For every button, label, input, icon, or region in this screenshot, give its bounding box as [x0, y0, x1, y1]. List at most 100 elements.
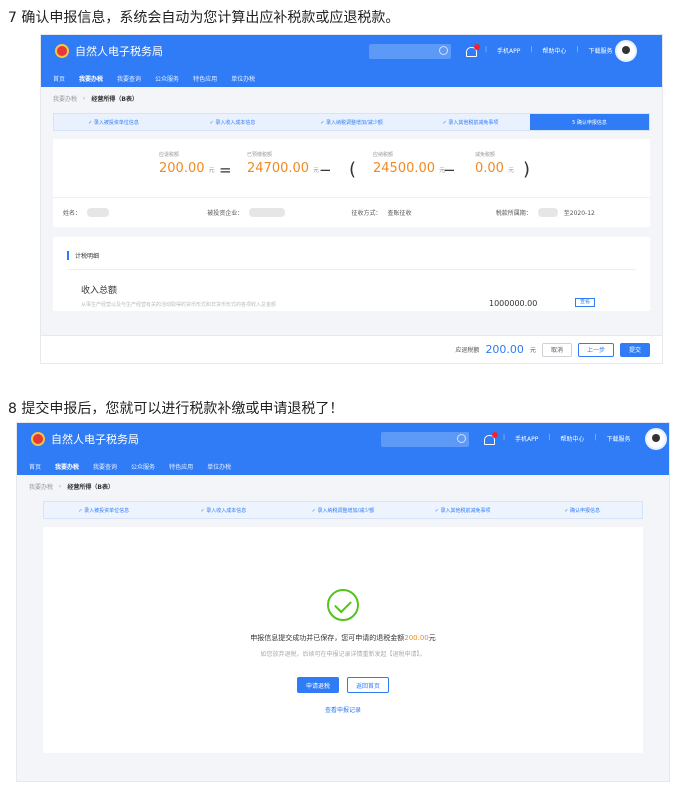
income-total-title: 收入总额: [81, 286, 118, 296]
equals-sign: =: [219, 161, 232, 179]
paren-open: (: [349, 159, 357, 180]
download-link-2[interactable]: 下载服务: [606, 434, 630, 443]
nav-unit-tax-2[interactable]: 单位办税: [207, 462, 231, 471]
footer-unit: 元: [529, 347, 536, 354]
search-input[interactable]: [369, 44, 451, 59]
step-2-done[interactable]: ✓ 录入收入成本信息: [164, 502, 284, 518]
search-icon[interactable]: [457, 434, 466, 443]
step7-heading: 7 确认申报信息，系统会自动为您计算出应补税款或应退税款。: [8, 10, 400, 26]
footer-refund-label: 应退税额: [455, 347, 480, 354]
top-bar: 自然人电子税务局 | 手机APP | 帮助中心 | 下载服务: [41, 35, 662, 69]
step-1[interactable]: ✓ 录入被投资单位信息: [54, 114, 173, 130]
bell-icon[interactable]: [465, 44, 480, 57]
tax-detail-section: 计税明细 收入总额 从事生产经营以及与生产经营有关的活动取得的货币形式和非货币形…: [53, 237, 650, 311]
method-value: 查账征收: [387, 210, 412, 217]
prepaid-value: 24700.00 元: [247, 161, 320, 176]
nav-home-2[interactable]: 首页: [29, 462, 41, 471]
app-name: 自然人电子税务局: [75, 45, 163, 58]
nav-featured-2[interactable]: 特色应用: [169, 462, 193, 471]
progress-steps: ✓ 录入被投资单位信息 ✓ 录入收入成本信息 ✓ 录入纳税调整增加/减少额 ✓ …: [53, 113, 650, 131]
detail-header: 计税明细: [67, 251, 99, 260]
view-records-link[interactable]: 查看申报记录: [43, 705, 643, 714]
download-link[interactable]: 下载服务: [588, 46, 612, 55]
breadcrumb: 我要办税 › 经营所得（B表）: [41, 87, 662, 109]
bell-icon[interactable]: [483, 432, 498, 445]
refund-hint: 如您放弃退税，后续可在申报记录详情重新发起【退税申请】。: [260, 651, 426, 658]
view-detail-button[interactable]: 查看: [575, 298, 595, 307]
avatar[interactable]: [615, 40, 637, 62]
success-check-icon: [327, 589, 359, 621]
nav-query[interactable]: 我要查询: [117, 74, 141, 83]
income-total-desc: 从事生产经营以及与生产经营有关的活动取得的货币形式和非货币形式的各项收入总金额: [81, 302, 277, 308]
payable-label: 应纳税额: [373, 152, 394, 158]
search-input-2[interactable]: [381, 432, 469, 447]
step-3[interactable]: ✓ 录入纳税调整增加/减少额: [292, 114, 411, 130]
top-links: | 手机APP | 帮助中心 | 下载服务: [485, 46, 613, 55]
main-nav-2: 首页 我要办税 我要查询 公众服务 特色应用 单位办税: [17, 457, 669, 475]
site-logo[interactable]: 自然人电子税务局: [55, 43, 163, 59]
help-center-link[interactable]: 帮助中心: [542, 46, 566, 55]
enterprise-value-redacted: [249, 208, 286, 217]
payable-value: 24500.00 元: [373, 161, 446, 176]
breadcrumb-current: 经营所得（B表）: [91, 95, 138, 103]
period-value: 至2020-12: [563, 210, 595, 217]
nav-tax-service[interactable]: 我要办税: [79, 74, 103, 83]
top-links-2: | 手机APP | 帮助中心 | 下载服务: [503, 434, 631, 443]
chevron-right-icon: ›: [83, 94, 86, 102]
step-3-done[interactable]: ✓ 录入纳税调整增加/减少额: [283, 502, 403, 518]
enterprise-label: 被投资企业：: [207, 210, 244, 217]
minus-sign-2: −: [443, 161, 456, 179]
action-footer: 应退税额 200.00 元 取消 上一步 提交: [41, 335, 662, 363]
mobile-app-link[interactable]: 手机APP: [497, 46, 520, 55]
reduction-label: 减免税额: [475, 152, 496, 158]
breadcrumb-current-2: 经营所得（B表）: [67, 483, 114, 491]
success-message: 申报信息提交成功并已保存，您可申请的退税金额200.00元: [250, 634, 436, 642]
nav-tax-service-2[interactable]: 我要办税: [55, 462, 79, 471]
progress-steps-2: ✓ 录入被投资单位信息 ✓ 录入收入成本信息 ✓ 录入纳税调整增加/减少额 ✓ …: [43, 501, 643, 519]
tax-calculation: 应退税额 200.00 元 = 已预缴税额 24700.00 元 − ( 应纳税…: [53, 139, 650, 197]
step-5-done[interactable]: ✓ 确认申报信息: [522, 502, 642, 518]
step-2[interactable]: ✓ 录入收入成本信息: [173, 114, 292, 130]
back-home-button[interactable]: 返回首页: [347, 677, 390, 693]
breadcrumb-home-2[interactable]: 我要办税: [29, 482, 53, 491]
national-emblem-icon: [31, 432, 45, 446]
help-center-link-2[interactable]: 帮助中心: [560, 434, 584, 443]
step-1-done[interactable]: ✓ 录入被投资单位信息: [44, 502, 164, 518]
nav-public-service[interactable]: 公众服务: [155, 74, 179, 83]
breadcrumb-home[interactable]: 我要办税: [53, 94, 77, 103]
chevron-right-icon: ›: [59, 482, 62, 490]
nav-public-service-2[interactable]: 公众服务: [131, 462, 155, 471]
step8-heading: 8 提交申报后，您就可以进行税款补缴或申请退税了！: [8, 401, 344, 417]
nav-home[interactable]: 首页: [53, 74, 65, 83]
success-panel: 申报信息提交成功并已保存，您可申请的退税金额200.00元 如您放弃退税，后续可…: [43, 527, 643, 753]
name-value-redacted: [87, 208, 110, 217]
income-total-amount: 1000000.00: [489, 299, 538, 308]
step-5-current: 5 确认申报信息: [530, 114, 649, 130]
method-label: 征收方式：: [351, 210, 382, 217]
submit-button[interactable]: 提交: [619, 342, 650, 357]
name-label: 姓名：: [63, 210, 82, 217]
site-logo-2[interactable]: 自然人电子税务局: [31, 431, 139, 447]
period-label: 税款所属期：: [495, 210, 532, 217]
nav-unit-tax[interactable]: 单位办税: [231, 74, 255, 83]
taxpayer-info: 姓名： 被投资企业： 征收方式： 查账征收 税款所属期： 至2020-12: [53, 197, 650, 227]
nav-query-2[interactable]: 我要查询: [93, 462, 117, 471]
prepaid-label: 已预缴税额: [247, 152, 273, 158]
success-actions: 申请退税 返回首页: [43, 677, 643, 693]
step-4-done[interactable]: ✓ 录入其他税前减免事项: [403, 502, 523, 518]
nav-featured[interactable]: 特色应用: [193, 74, 217, 83]
national-emblem-icon: [55, 44, 69, 58]
apply-refund-button[interactable]: 申请退税: [296, 677, 339, 693]
search-icon[interactable]: [439, 46, 448, 55]
paren-close: ): [523, 159, 531, 180]
app-name-2: 自然人电子税务局: [51, 433, 139, 446]
previous-button[interactable]: 上一步: [577, 342, 614, 357]
step-4[interactable]: ✓ 录入其他税前减免事项: [411, 114, 530, 130]
refund-value: 200.00 元: [159, 161, 215, 176]
main-nav: 首页 我要办税 我要查询 公众服务 特色应用 单位办税: [41, 69, 662, 87]
refund-label: 应退税额: [159, 152, 180, 158]
mobile-app-link-2[interactable]: 手机APP: [515, 434, 538, 443]
footer-refund-amount: 200.00: [485, 343, 524, 356]
avatar-2[interactable]: [645, 428, 667, 450]
cancel-button[interactable]: 取消: [541, 342, 572, 357]
